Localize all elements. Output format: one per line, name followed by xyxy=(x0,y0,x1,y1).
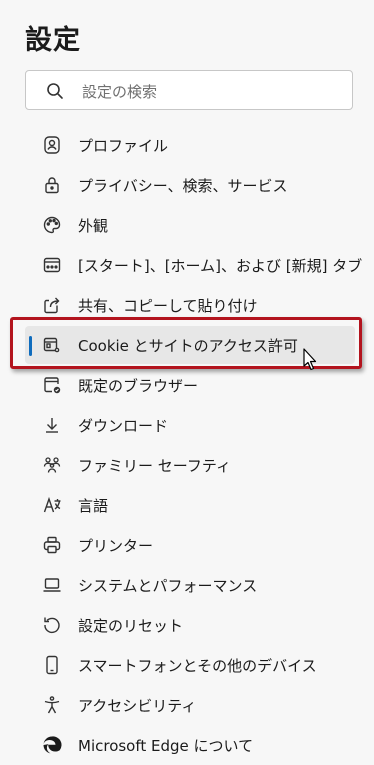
page-title: 設定 xyxy=(25,25,81,56)
nav-item-about-edge[interactable]: Microsoft Edge について xyxy=(25,726,355,764)
nav-item-accessibility[interactable]: アクセシビリティ xyxy=(25,686,355,724)
search-placeholder: 設定の検索 xyxy=(82,83,158,101)
nav-item-label: Microsoft Edge について xyxy=(78,737,254,755)
language-icon xyxy=(42,495,62,515)
default-browser-icon xyxy=(42,375,62,395)
download-icon xyxy=(42,415,62,435)
printer-icon xyxy=(42,535,62,555)
nav-item-downloads[interactable]: ダウンロード xyxy=(25,406,355,444)
share-icon xyxy=(42,295,62,315)
nav-item-appearance[interactable]: 外観 xyxy=(25,206,355,244)
search-icon xyxy=(46,82,64,100)
nav-item-system-performance[interactable]: システムとパフォーマンス xyxy=(25,566,355,604)
nav-item-label: [スタート]、[ホーム]、および [新規] タブ xyxy=(78,257,363,275)
nav-item-label: システムとパフォーマンス xyxy=(78,577,258,595)
start-page-icon xyxy=(42,255,62,275)
nav-item-printers[interactable]: プリンター xyxy=(25,526,355,564)
laptop-icon xyxy=(42,575,62,595)
nav-item-label: 共有、コピーして貼り付け xyxy=(78,297,258,315)
nav-item-label: 既定のブラウザー xyxy=(78,377,199,395)
profile-icon xyxy=(42,135,62,155)
nav-item-profile[interactable]: プロファイル xyxy=(25,126,355,164)
nav-item-label: ダウンロード xyxy=(78,417,169,435)
mouse-pointer-icon xyxy=(303,348,319,372)
edge-logo-icon xyxy=(42,735,62,755)
nav-item-privacy[interactable]: プライバシー、検索、サービス xyxy=(25,166,355,204)
search-input[interactable]: 設定の検索 xyxy=(25,70,353,110)
nav-item-phone-devices[interactable]: スマートフォンとその他のデバイス xyxy=(25,646,355,684)
palette-icon xyxy=(42,215,62,235)
phone-icon xyxy=(42,655,62,675)
lock-icon xyxy=(42,175,62,195)
nav-item-languages[interactable]: 言語 xyxy=(25,486,355,524)
nav-item-label: 言語 xyxy=(78,497,109,515)
accessibility-icon xyxy=(42,695,62,715)
nav-item-family-safety[interactable]: ファミリー セーフティ xyxy=(25,446,355,484)
nav-item-label: スマートフォンとその他のデバイス xyxy=(78,657,317,675)
nav-item-label: 外観 xyxy=(78,217,109,235)
nav-item-label: プリンター xyxy=(78,537,154,555)
nav-item-label: ファミリー セーフティ xyxy=(78,457,231,475)
family-icon xyxy=(42,455,62,475)
nav-item-label: アクセシビリティ xyxy=(78,697,197,715)
nav-item-label: 設定のリセット xyxy=(78,617,184,635)
nav-item-label: プライバシー、検索、サービス xyxy=(78,177,288,195)
nav-item-label: プロファイル xyxy=(78,137,169,155)
nav-item-start-home-newtab[interactable]: [スタート]、[ホーム]、および [新規] タブ xyxy=(25,246,362,284)
nav-item-reset-settings[interactable]: 設定のリセット xyxy=(25,606,355,644)
reset-icon xyxy=(42,615,62,635)
